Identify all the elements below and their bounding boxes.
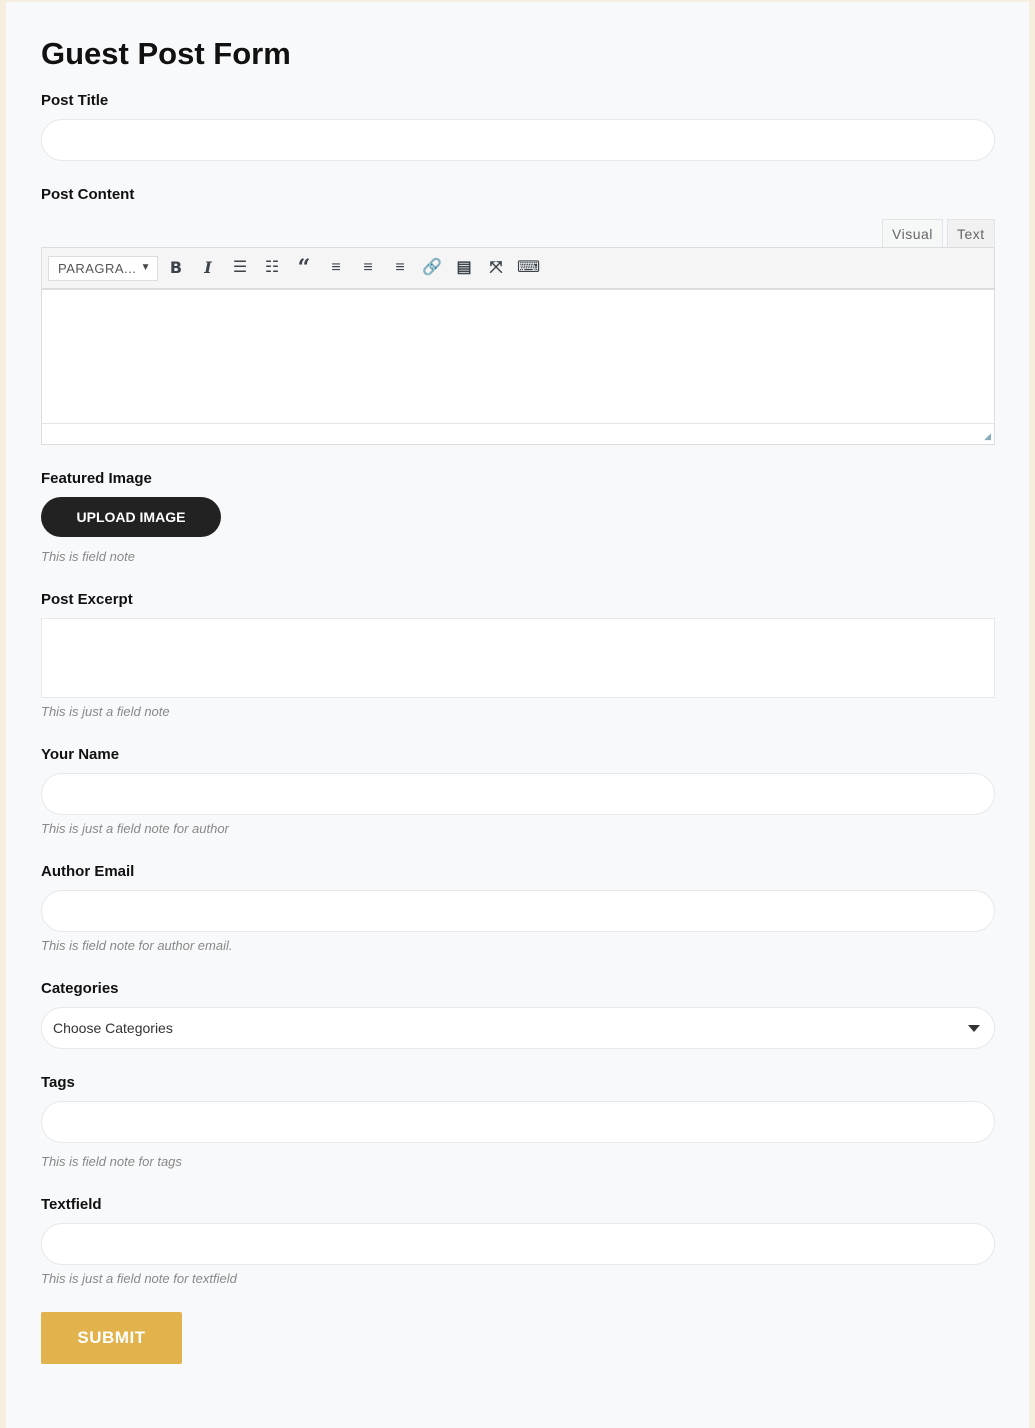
fullscreen-icon[interactable]: ⤧ xyxy=(485,257,507,279)
textfield-label: Textfield xyxy=(41,1196,102,1213)
tags-label: Tags xyxy=(41,1074,75,1091)
link-icon[interactable]: 🔗 xyxy=(421,257,443,279)
categories-select[interactable]: Choose Categories xyxy=(41,1007,995,1049)
chevron-down-icon: ▼ xyxy=(140,262,151,273)
italic-icon[interactable]: I xyxy=(197,257,219,279)
your-name-input[interactable] xyxy=(41,773,995,815)
post-excerpt-textarea[interactable] xyxy=(41,618,995,698)
categories-selected: Choose Categories xyxy=(53,1020,173,1036)
your-name-note: This is just a field note for author xyxy=(41,821,229,836)
align-right-icon[interactable]: ≡ xyxy=(389,257,411,279)
format-select-value: PARAGRA... xyxy=(58,261,137,276)
read-more-icon[interactable]: ▤ xyxy=(453,257,475,279)
page-title: Guest Post Form xyxy=(41,36,291,71)
post-title-input[interactable] xyxy=(41,119,995,161)
bold-icon[interactable]: B xyxy=(165,257,187,279)
textfield-input[interactable] xyxy=(41,1223,995,1265)
tab-text[interactable]: Text xyxy=(947,219,995,247)
blockquote-icon[interactable]: “ xyxy=(293,257,315,279)
author-email-note: This is field note for author email. xyxy=(41,938,233,953)
post-excerpt-note: This is just a field note xyxy=(41,704,170,719)
your-name-label: Your Name xyxy=(41,746,120,763)
bullet-list-icon[interactable]: ☰ xyxy=(229,257,251,279)
tags-note: This is field note for tags xyxy=(41,1154,182,1169)
post-content-editor[interactable]: ◢ xyxy=(41,290,995,445)
numbered-list-icon[interactable]: ☷ xyxy=(261,257,283,279)
categories-label: Categories xyxy=(41,980,119,997)
textfield-note: This is just a field note for textfield xyxy=(41,1271,237,1286)
align-center-icon[interactable]: ≡ xyxy=(357,257,379,279)
upload-image-button[interactable]: UPLOAD IMAGE xyxy=(41,497,221,537)
resize-handle-icon[interactable]: ◢ xyxy=(984,431,991,442)
author-email-input[interactable] xyxy=(41,890,995,932)
featured-image-note: This is field note xyxy=(41,549,135,564)
tab-visual[interactable]: Visual xyxy=(882,219,943,247)
tags-input[interactable] xyxy=(41,1101,995,1143)
submit-button[interactable]: SUBMIT xyxy=(41,1312,182,1364)
post-excerpt-label: Post Excerpt xyxy=(41,591,133,608)
post-title-label: Post Title xyxy=(41,92,109,109)
author-email-label: Author Email xyxy=(41,863,135,880)
format-select[interactable]: PARAGRA... ▼ xyxy=(48,256,158,281)
editor-statusbar: ◢ xyxy=(42,423,994,444)
toolbar-toggle-icon[interactable]: ⌨ xyxy=(517,257,540,279)
align-left-icon[interactable]: ≡ xyxy=(325,257,347,279)
caret-down-icon xyxy=(968,1025,980,1032)
featured-image-label: Featured Image xyxy=(41,470,152,487)
editor-toolbar: PARAGRA... ▼ B I ☰ ☷ “ ≡ ≡ ≡ 🔗 ▤ ⤧ ⌨ xyxy=(41,247,995,290)
post-content-label: Post Content xyxy=(41,186,135,203)
